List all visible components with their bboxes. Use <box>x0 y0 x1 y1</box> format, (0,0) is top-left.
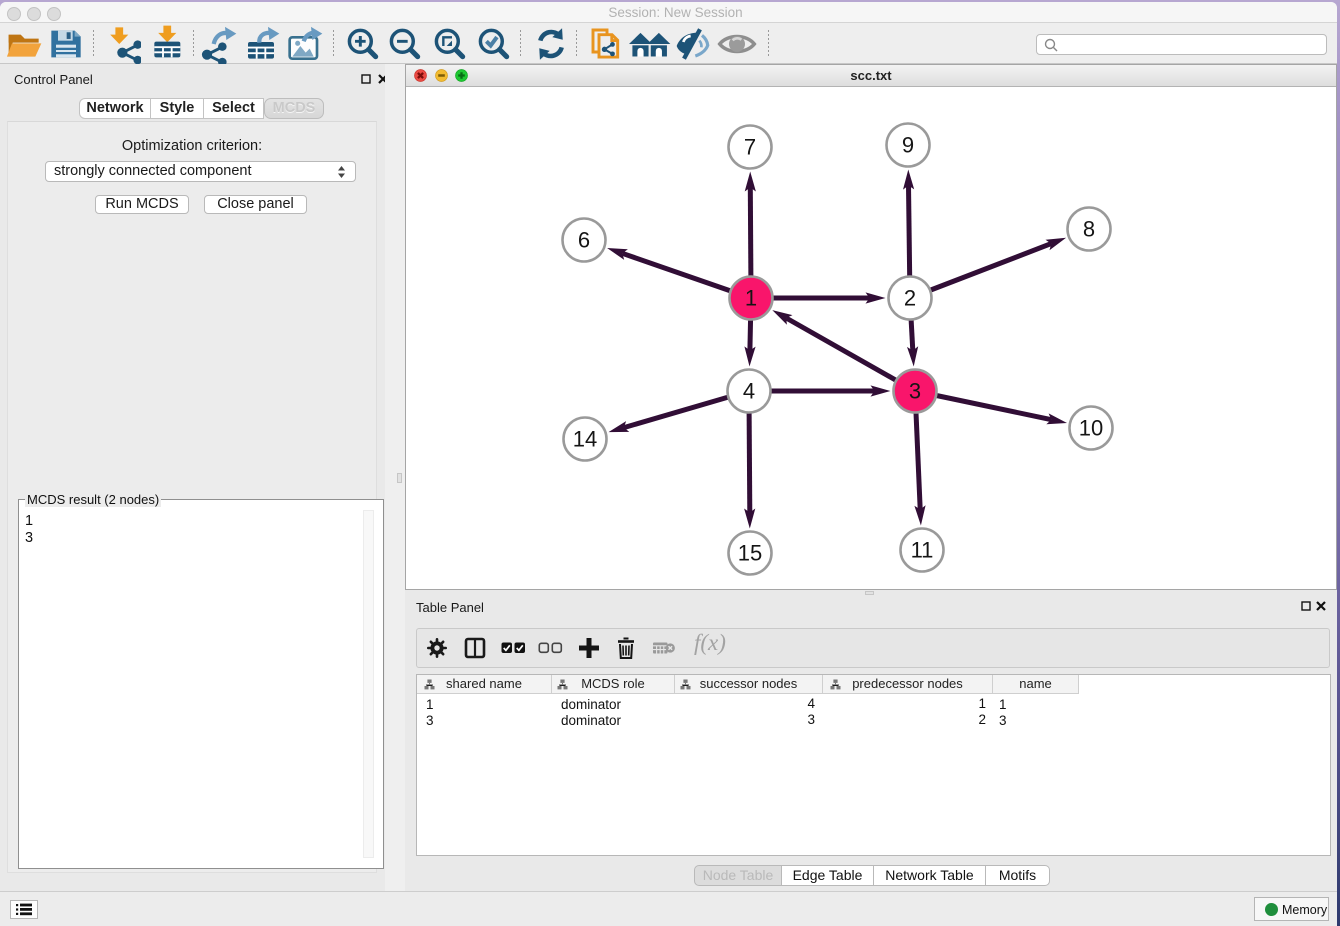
svg-text:1: 1 <box>745 286 757 311</box>
svg-text:15: 15 <box>738 541 762 566</box>
svg-text:10: 10 <box>1079 416 1103 441</box>
svg-text:14: 14 <box>573 427 597 452</box>
svg-text:3: 3 <box>909 379 921 404</box>
svg-text:7: 7 <box>744 135 756 160</box>
svg-text:6: 6 <box>578 228 590 253</box>
svg-text:11: 11 <box>911 538 934 563</box>
svg-text:2: 2 <box>904 286 916 311</box>
svg-text:9: 9 <box>902 133 914 158</box>
svg-text:4: 4 <box>743 379 755 404</box>
svg-text:8: 8 <box>1083 217 1095 242</box>
